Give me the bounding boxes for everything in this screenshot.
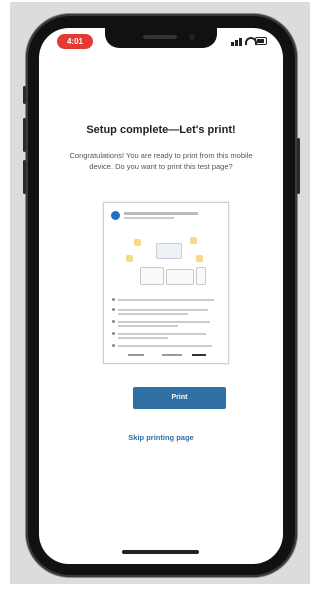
- test-page-text-line: [118, 299, 214, 301]
- speaker: [143, 35, 177, 39]
- laptop-illustration-icon: [166, 269, 194, 285]
- feature-bubble-icon: [126, 255, 133, 262]
- test-page-text-line: [118, 309, 208, 311]
- status-time-badge: 4:01: [57, 34, 93, 49]
- test-page-footer-mark: [192, 354, 206, 356]
- test-page-header-line: [124, 212, 198, 215]
- printer-illustration-icon: [156, 243, 182, 259]
- mute-switch: [23, 86, 26, 104]
- notch: [105, 28, 217, 48]
- test-page-header-line: [124, 217, 174, 219]
- bullet-dot: [112, 308, 115, 311]
- test-page-text-line: [118, 333, 206, 335]
- bullet-dot: [112, 298, 115, 301]
- page-title: Setup complete—Let's print!: [86, 124, 236, 136]
- monitor-illustration-icon: [140, 267, 164, 285]
- battery-icon: [255, 37, 267, 45]
- feature-bubble-icon: [196, 255, 203, 262]
- test-page-text-line: [118, 325, 178, 327]
- signal-icon: [231, 42, 234, 46]
- feature-bubble-icon: [190, 237, 197, 244]
- home-indicator[interactable]: [122, 550, 199, 554]
- hp-logo-icon: [111, 211, 120, 220]
- signal-icon: [239, 38, 242, 46]
- volume-down-button: [23, 160, 26, 194]
- camera: [189, 34, 195, 40]
- test-page-footer-mark: [128, 354, 144, 356]
- power-button: [297, 138, 300, 194]
- test-page-text-line: [118, 337, 168, 339]
- bullet-dot: [112, 344, 115, 347]
- bullet-dot: [112, 332, 115, 335]
- test-page-text-line: [118, 313, 188, 315]
- test-page-footer-mark: [162, 354, 182, 356]
- skip-printing-link[interactable]: Skip printing page: [39, 433, 283, 442]
- bullet-dot: [112, 320, 115, 323]
- status-icons: [231, 36, 267, 46]
- print-button[interactable]: Print: [133, 387, 226, 409]
- volume-up-button: [23, 118, 26, 152]
- test-page-preview: [103, 202, 229, 364]
- setup-message: Congratulations! You are ready to print …: [69, 151, 253, 171]
- phone-screen: 4:01 Setup complete—Let's print! Congrat…: [39, 28, 283, 564]
- test-page-text-line: [118, 345, 212, 347]
- phone-illustration-icon: [196, 267, 206, 285]
- test-page-text-line: [118, 321, 210, 323]
- signal-icon: [235, 40, 238, 46]
- feature-bubble-icon: [134, 239, 141, 246]
